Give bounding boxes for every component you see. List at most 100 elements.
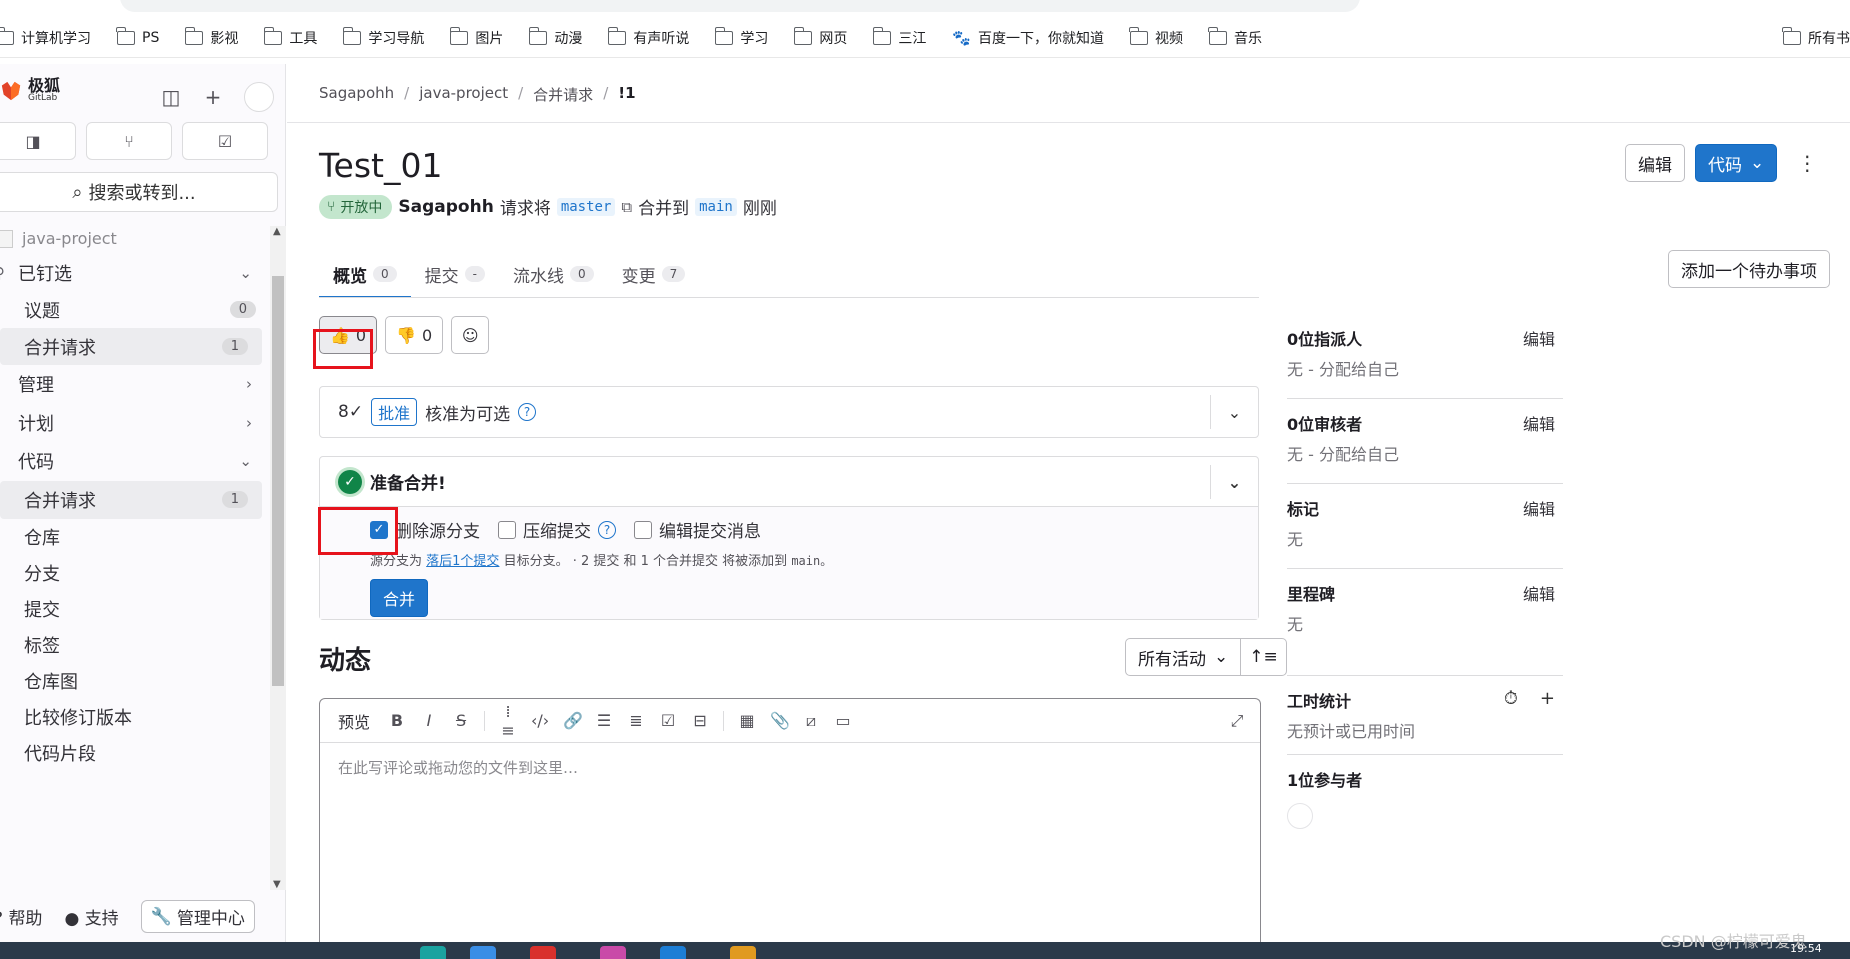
taskbar-app-icon[interactable] bbox=[530, 946, 556, 959]
scroll-up-icon[interactable]: ▲ bbox=[273, 226, 281, 237]
author-link[interactable]: Sagapohh bbox=[398, 197, 493, 217]
behind-commits-link[interactable]: 落后1个提交 bbox=[426, 554, 499, 569]
create-new-plus-icon[interactable]: + bbox=[202, 85, 224, 109]
sidebar-item[interactable]: ⚲已钉选 ⌄ bbox=[0, 254, 270, 291]
scrollbar-thumb[interactable] bbox=[272, 276, 284, 686]
sidebar-item[interactable]: 合并请求 1 bbox=[0, 480, 262, 519]
stopwatch-icon[interactable]: ⏱ bbox=[1504, 688, 1518, 709]
scroll-down-icon[interactable]: ▼ bbox=[273, 879, 281, 890]
support-button[interactable]: ● 支持 bbox=[64, 904, 118, 929]
widget-value[interactable]: 无 - 分配给自己 bbox=[1287, 356, 1563, 380]
merge-option-checkbox[interactable]: 编辑提交消息 bbox=[634, 517, 761, 542]
help-icon[interactable]: ? bbox=[598, 520, 616, 539]
preview-tab[interactable]: 预览 bbox=[338, 709, 370, 733]
sidebar-item[interactable]: ›代码 ⌄ bbox=[0, 442, 270, 481]
activity-filter-dropdown[interactable]: 所有活动 ⌄ bbox=[1125, 638, 1242, 676]
numbered-list-icon[interactable]: ≣ bbox=[627, 711, 645, 730]
bold-icon[interactable]: B bbox=[388, 711, 406, 730]
thumbs-down-button[interactable]: 👎 0 bbox=[385, 316, 444, 354]
mr-tab[interactable]: 概览 0 bbox=[319, 250, 411, 298]
add-todo-button[interactable]: 添加一个待办事项 bbox=[1668, 250, 1830, 288]
issues-tab-icon[interactable]: ◨ bbox=[0, 122, 76, 160]
breadcrumb-item[interactable]: Sagapohh bbox=[319, 84, 394, 105]
more-actions-kebab-icon[interactable]: ⋮ bbox=[1787, 151, 1827, 175]
sidebar-item[interactable]: 仓库图 bbox=[0, 663, 270, 699]
copy-icon[interactable]: ⧉ bbox=[621, 198, 632, 216]
attachment-icon[interactable]: 📎 bbox=[770, 711, 790, 730]
bookmark-item[interactable]: PS bbox=[116, 26, 159, 46]
widget-edit-button[interactable]: 编辑 bbox=[1523, 496, 1555, 520]
merge-requests-tab-icon[interactable]: ⑂ bbox=[86, 122, 172, 160]
bookmark-all[interactable]: 所有书 bbox=[1782, 26, 1850, 48]
sidebar-item[interactable]: 仓库 bbox=[0, 519, 270, 555]
widget-edit-button[interactable]: 编辑 bbox=[1523, 326, 1555, 350]
sidebar-item[interactable]: 计划 › bbox=[0, 404, 270, 443]
bookmark-item[interactable]: 图片 bbox=[449, 26, 503, 48]
breadcrumb-item[interactable]: 合并请求 bbox=[533, 84, 593, 105]
breadcrumb-current[interactable]: !1 bbox=[618, 84, 635, 105]
code-icon[interactable]: ‹/› bbox=[531, 711, 549, 730]
bookmark-item[interactable]: 🐾 百度一下，你就知道 bbox=[952, 28, 1104, 48]
sidebar-item[interactable]: 合并请求 1 bbox=[0, 328, 262, 365]
widget-value[interactable]: 无 - 分配给自己 bbox=[1287, 441, 1563, 465]
sidebar-item[interactable]: 分支 bbox=[0, 555, 270, 591]
quote-icon[interactable]: ⁞≡ bbox=[499, 702, 517, 740]
target-branch[interactable]: main bbox=[695, 197, 737, 216]
bookmark-item[interactable]: 学习导航 bbox=[342, 26, 424, 48]
mr-tab[interactable]: 变更 7 bbox=[608, 250, 700, 298]
mr-tab[interactable]: 提交 - bbox=[411, 250, 499, 298]
help-button[interactable]: ? 帮助 bbox=[0, 904, 42, 929]
sidebar-item[interactable]: 标签 bbox=[0, 627, 270, 663]
sidebar-item[interactable]: 比较修订版本 bbox=[0, 699, 270, 735]
bookmark-item[interactable]: 三江 bbox=[872, 26, 926, 48]
link-icon[interactable]: 🔗 bbox=[563, 711, 583, 730]
table-icon[interactable]: ▦ bbox=[738, 711, 756, 730]
task-list-icon[interactable]: ☑ bbox=[659, 711, 677, 730]
code-dropdown-button[interactable]: 代码 ⌄ bbox=[1695, 144, 1778, 182]
italic-icon[interactable]: I bbox=[420, 711, 438, 730]
bookmark-item[interactable]: 有声听说 bbox=[607, 26, 689, 48]
search-button[interactable]: ⌕ 搜索或转到... bbox=[0, 172, 278, 212]
bullet-list-icon[interactable]: ☰ bbox=[595, 711, 613, 730]
sidebar-item[interactable]: 代码片段 bbox=[0, 735, 270, 771]
taskbar-app-icon[interactable] bbox=[660, 946, 686, 959]
checkbox-unchecked-icon[interactable] bbox=[498, 520, 516, 539]
slash-command-icon[interactable]: ⧄ bbox=[802, 711, 820, 731]
bookmark-item[interactable]: 网页 bbox=[793, 26, 847, 48]
help-icon[interactable]: ? bbox=[518, 403, 537, 421]
taskbar-app-icon[interactable] bbox=[600, 946, 626, 959]
checkbox-unchecked-icon[interactable] bbox=[634, 520, 652, 539]
add-plus-icon[interactable]: + bbox=[1540, 688, 1555, 709]
comment-template-icon[interactable]: ▭ bbox=[834, 711, 852, 730]
user-avatar[interactable] bbox=[244, 82, 274, 112]
sidebar-scrollbar[interactable]: ▲ ▼ bbox=[270, 226, 286, 890]
bookmark-item[interactable]: 影视 bbox=[184, 26, 238, 48]
source-branch[interactable]: master bbox=[556, 197, 616, 216]
add-reaction-button[interactable]: ☺ bbox=[451, 316, 490, 354]
address-bar[interactable] bbox=[120, 0, 1360, 12]
taskbar-app-icon[interactable] bbox=[420, 946, 446, 959]
widget-edit-button[interactable]: 编辑 bbox=[1523, 581, 1555, 605]
collapse-chevron-icon[interactable]: ⌄ bbox=[1210, 395, 1258, 429]
fullscreen-expand-icon[interactable]: ⤢ bbox=[1228, 711, 1246, 731]
bookmark-item[interactable]: 视频 bbox=[1129, 26, 1183, 48]
participant-avatar[interactable] bbox=[1287, 803, 1313, 829]
taskbar-app-icon[interactable] bbox=[730, 946, 756, 959]
merge-button[interactable]: 合并 bbox=[370, 579, 429, 617]
mr-tab[interactable]: 流水线 0 bbox=[499, 250, 608, 298]
merge-option-checkbox[interactable]: 压缩提交? bbox=[498, 517, 616, 542]
edit-mr-button[interactable]: 编辑 bbox=[1625, 144, 1685, 182]
todo-tab-icon[interactable]: ☑ bbox=[182, 122, 268, 160]
bookmark-item[interactable]: 动漫 bbox=[528, 26, 582, 48]
toggle-sidebar-icon[interactable]: ◫ bbox=[160, 85, 182, 109]
admin-area-button[interactable]: 🔧 管理中心 bbox=[140, 900, 255, 933]
collapse-chevron-icon[interactable]: ⌄ bbox=[1210, 465, 1258, 499]
comment-textarea[interactable]: 在此写评论或拖动您的文件到这里… bbox=[320, 743, 1260, 792]
bookmark-item[interactable]: 音乐 bbox=[1208, 26, 1262, 48]
breadcrumb-item[interactable]: java-project bbox=[419, 84, 508, 105]
taskbar-app-icon[interactable] bbox=[470, 946, 496, 959]
sidebar-item[interactable]: 管理 › bbox=[0, 365, 270, 404]
widget-edit-button[interactable]: 编辑 bbox=[1523, 411, 1555, 435]
bookmark-item[interactable]: 计算机学习 bbox=[0, 26, 91, 48]
bookmark-item[interactable]: 学习 bbox=[714, 26, 768, 48]
